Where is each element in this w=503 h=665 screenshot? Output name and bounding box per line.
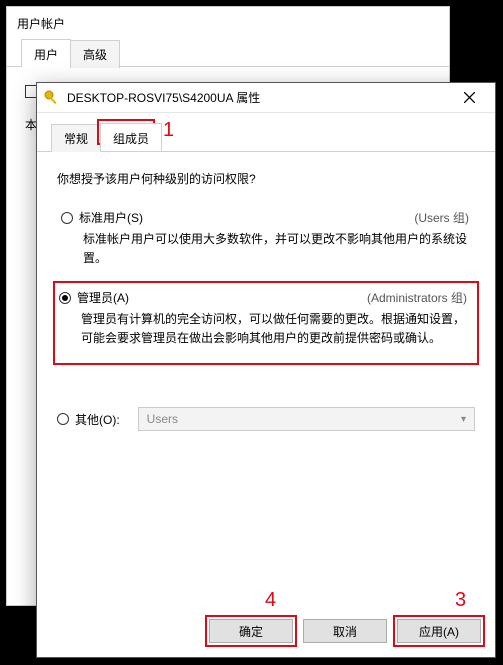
close-icon — [464, 92, 475, 103]
radio-icon — [59, 292, 71, 304]
ok-button[interactable]: 确定 — [209, 619, 293, 643]
annotation-4: 4 — [265, 589, 276, 612]
option-administrator[interactable]: 管理员(A) (Administrators 组) 管理员有计算机的完全访问权，… — [53, 281, 479, 365]
parent-window-tabs: 用户 高级 — [7, 38, 449, 67]
dialog-button-row: 确定 取消 应用(A) — [37, 607, 495, 657]
option-group: (Users 组) — [414, 209, 475, 226]
tab-advanced[interactable]: 高级 — [70, 40, 120, 68]
option-description: 管理员有计算机的完全访问权，可以做任何需要的更改。根据通知设置，可能会要求管理员… — [81, 310, 469, 347]
dialog-title: DESKTOP-ROSVI75\S4200UA 属性 — [67, 89, 449, 106]
tab-general[interactable]: 常规 — [51, 124, 101, 152]
annotation-1: 1 — [163, 119, 174, 142]
option-other[interactable]: 其他(O): Users ▾ — [57, 407, 475, 431]
radio-selected-icon — [62, 295, 68, 301]
close-button[interactable] — [449, 84, 489, 112]
apply-button[interactable]: 应用(A) — [397, 619, 481, 643]
dialog-body: 你想授予该用户何种级别的访问权限? 标准用户(S) (Users 组) 标准帐户… — [37, 152, 495, 607]
cancel-button[interactable]: 取消 — [303, 619, 387, 643]
option-group: (Administrators 组) — [367, 289, 473, 306]
dialog-tabs: 常规 组成员 — [37, 123, 495, 152]
radio-icon — [61, 212, 73, 224]
tab-users[interactable]: 用户 — [21, 39, 71, 67]
radio-icon — [57, 413, 69, 425]
permission-prompt: 你想授予该用户何种级别的访问权限? — [57, 170, 475, 187]
tab-members[interactable]: 组成员 — [100, 123, 162, 151]
annotation-3: 3 — [455, 589, 466, 612]
properties-dialog: DESKTOP-ROSVI75\S4200UA 属性 常规 组成员 1 你想授予… — [36, 82, 496, 658]
other-group-dropdown[interactable]: Users ▾ — [138, 407, 475, 431]
option-label: 标准用户(S) — [79, 209, 414, 226]
chevron-down-icon: ▾ — [461, 414, 466, 425]
dialog-titlebar: DESKTOP-ROSVI75\S4200UA 属性 — [37, 83, 495, 113]
parent-window-title: 用户帐户 — [7, 7, 449, 38]
option-label: 其他(O): — [75, 411, 120, 428]
keys-icon — [43, 89, 61, 107]
option-label: 管理员(A) — [77, 289, 367, 306]
option-description: 标准帐户用户可以使用大多数软件，并可以更改不影响其他用户的系统设置。 — [83, 230, 471, 267]
option-standard-user[interactable]: 标准用户(S) (Users 组) 标准帐户用户可以使用大多数软件，并可以更改不… — [57, 205, 475, 277]
dropdown-value: Users — [147, 412, 178, 426]
